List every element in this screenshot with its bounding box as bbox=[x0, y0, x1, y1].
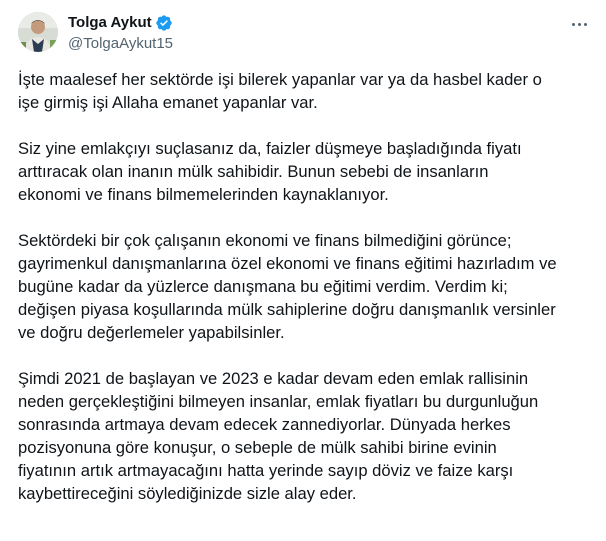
tweet-paragraph: Siz yine emlakçıyı suçlasanız da, faizle… bbox=[18, 139, 522, 204]
display-name[interactable]: Tolga Aykut bbox=[68, 13, 152, 33]
avatar-image bbox=[18, 12, 58, 52]
tweet-paragraph: Şimdi 2021 de başlayan ve 2023 e kadar d… bbox=[18, 369, 539, 503]
tweet-paragraph: Sektördeki bir çok çalışanın ekonomi ve … bbox=[18, 231, 557, 342]
tweet-paragraph: İşte maalesef her sektörde işi bilerek y… bbox=[18, 70, 542, 112]
author-names: Tolga Aykut @TolgaAykut15 bbox=[68, 13, 173, 54]
more-dot bbox=[577, 22, 581, 26]
verified-badge-icon[interactable] bbox=[155, 14, 173, 32]
avatar[interactable] bbox=[18, 12, 58, 52]
tweet-header: Tolga Aykut @TolgaAykut15 bbox=[18, 12, 590, 56]
more-options-icon[interactable] bbox=[568, 16, 590, 32]
tweet-text: İşte maalesef her sektörde işi bilerek y… bbox=[18, 68, 596, 505]
display-name-row: Tolga Aykut bbox=[68, 13, 173, 33]
tweet-card: Tolga Aykut @TolgaAykut15 İşte maalesef … bbox=[0, 0, 606, 541]
user-handle[interactable]: @TolgaAykut15 bbox=[68, 34, 173, 54]
more-dot bbox=[583, 22, 587, 26]
more-dot bbox=[571, 22, 575, 26]
